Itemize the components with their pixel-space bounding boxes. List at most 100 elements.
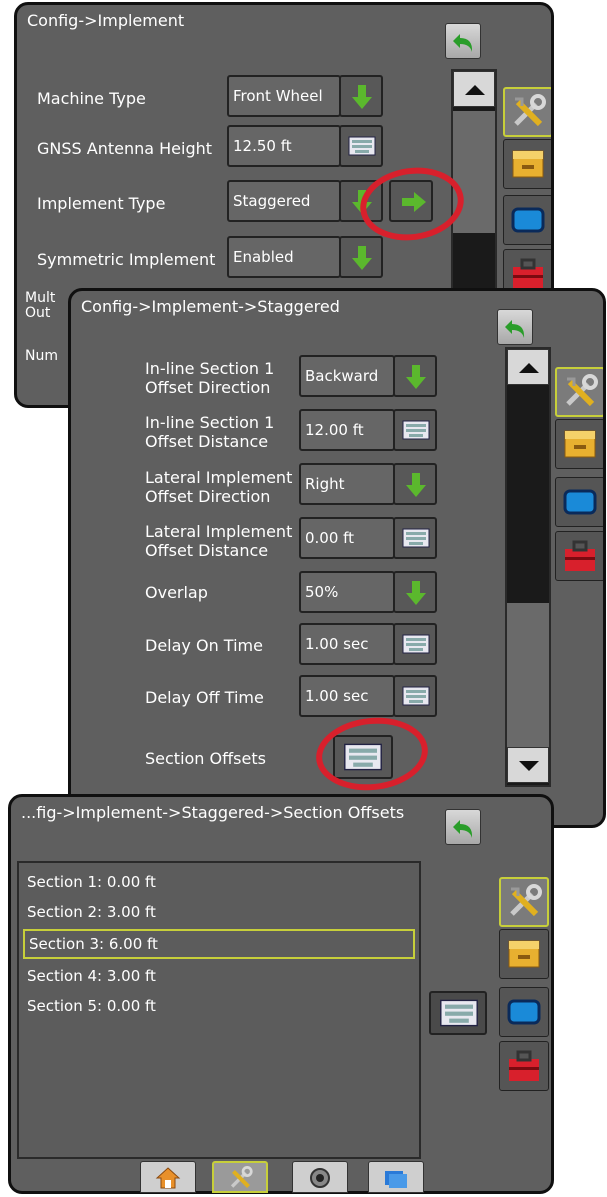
bottom-tab-folders[interactable]: [368, 1161, 424, 1193]
overlap-label: Overlap: [145, 583, 208, 602]
down-arrow-icon: [406, 581, 426, 605]
gnss-antenna-height-keyboard-button[interactable]: [339, 125, 383, 167]
down-arrow-icon: [406, 473, 426, 497]
overlap-dropdown-button[interactable]: [393, 571, 437, 613]
multi-output-label: Mult: [25, 290, 56, 306]
tools-icon: [514, 94, 546, 127]
scrollbar-thumb[interactable]: [507, 603, 549, 751]
lateral-offset-direction-value[interactable]: Right: [299, 463, 395, 505]
machine-type-value[interactable]: Front Wheel: [227, 75, 341, 117]
keyboard-icon: [402, 634, 430, 654]
page-title: Config->Implement->Staggered: [81, 297, 340, 316]
symmetric-implement-dropdown-button[interactable]: [339, 236, 383, 278]
side-tab-toolbox[interactable]: [555, 531, 603, 581]
overlap-value[interactable]: 50%: [299, 571, 395, 613]
keyboard-icon: [402, 420, 430, 440]
delay-on-time-label: Delay On Time: [145, 636, 263, 655]
tools-icon: [230, 1166, 253, 1188]
page-title: ...fig->Implement->Staggered->Section Of…: [21, 803, 405, 822]
inline-offset-direction-value[interactable]: Backward: [299, 355, 395, 397]
back-button[interactable]: [445, 809, 481, 845]
side-tab-screen[interactable]: [555, 477, 603, 527]
keyboard-icon: [440, 999, 478, 1027]
up-triangle-icon: [519, 363, 539, 373]
back-button[interactable]: [445, 23, 481, 59]
side-tab-console[interactable]: [503, 139, 551, 189]
side-tab-console[interactable]: [499, 929, 549, 979]
side-tab-screen[interactable]: [499, 987, 549, 1037]
scroll-up-button[interactable]: [453, 71, 495, 107]
bottom-tab-tools[interactable]: [212, 1161, 268, 1193]
implement-type-value[interactable]: Staggered: [227, 180, 341, 222]
folders-icon: [385, 1171, 407, 1188]
delay-off-time-value[interactable]: 1.00 sec: [299, 675, 395, 717]
lateral-offset-distance-label-line2: Offset Distance: [145, 541, 269, 560]
lateral-offset-direction-label: Lateral Implement: [145, 468, 293, 487]
toolbox-icon: [509, 1050, 539, 1081]
down-arrow-icon: [352, 85, 372, 109]
side-tab-tools[interactable]: [499, 877, 549, 927]
inline-offset-direction-dropdown-button[interactable]: [393, 355, 437, 397]
side-tab-screen[interactable]: [503, 195, 551, 245]
edit-keyboard-button[interactable]: [429, 991, 487, 1035]
down-triangle-icon: [519, 761, 539, 771]
machine-type-dropdown-button[interactable]: [339, 75, 383, 117]
lateral-offset-distance-keyboard-button[interactable]: [393, 517, 437, 559]
side-tab-console[interactable]: [555, 419, 603, 469]
screen-icon: [563, 489, 597, 515]
lateral-offset-direction-dropdown-button[interactable]: [393, 463, 437, 505]
back-button[interactable]: [497, 309, 533, 345]
gnss-antenna-height-value[interactable]: 12.50 ft: [227, 125, 341, 167]
list-item-selected[interactable]: Section 3: 6.00 ft: [23, 929, 415, 959]
gauge-icon: [310, 1168, 330, 1188]
bottom-tab-home[interactable]: [140, 1161, 196, 1193]
machine-type-label: Machine Type: [37, 89, 146, 108]
lateral-offset-distance-value[interactable]: 0.00 ft: [299, 517, 395, 559]
delay-on-time-value[interactable]: 1.00 sec: [299, 623, 395, 665]
number-label: Num: [25, 348, 58, 364]
console-icon: [564, 430, 596, 458]
lateral-offset-distance-label: Lateral Implement: [145, 522, 293, 541]
implement-type-label: Implement Type: [37, 194, 166, 213]
section-offsets-panel: ...fig->Implement->Staggered->Section Of…: [8, 794, 554, 1194]
gnss-antenna-height-label: GNSS Antenna Height: [37, 139, 213, 158]
page-title: Config->Implement: [27, 11, 185, 30]
scroll-up-button[interactable]: [507, 349, 549, 385]
keyboard-icon: [348, 136, 376, 156]
list-item[interactable]: Section 2: 3.00 ft: [23, 897, 417, 927]
home-icon: [155, 1167, 181, 1189]
inline-offset-distance-label: In-line Section 1: [145, 413, 275, 432]
symmetric-implement-label: Symmetric Implement: [37, 250, 216, 269]
back-arrow-icon: [505, 320, 525, 338]
lateral-offset-direction-label-line2: Offset Direction: [145, 487, 271, 506]
bottom-tab-gauge[interactable]: [292, 1161, 348, 1193]
inline-offset-direction-label: In-line Section 1: [145, 359, 275, 378]
delay-on-time-keyboard-button[interactable]: [393, 623, 437, 665]
screen-icon: [507, 999, 541, 1025]
list-item[interactable]: Section 5: 0.00 ft: [23, 991, 417, 1021]
side-tab-tools[interactable]: [503, 87, 551, 137]
delay-off-time-keyboard-button[interactable]: [393, 675, 437, 717]
console-icon: [508, 940, 540, 968]
keyboard-icon: [402, 528, 430, 548]
side-tab-tools[interactable]: [555, 367, 603, 417]
list-item[interactable]: Section 1: 0.00 ft: [23, 867, 417, 897]
tools-icon: [566, 374, 598, 407]
down-arrow-icon: [406, 365, 426, 389]
screen-icon: [511, 207, 545, 233]
inline-offset-direction-label-line2: Offset Direction: [145, 378, 271, 397]
back-arrow-icon: [453, 820, 473, 838]
tools-icon: [510, 884, 542, 917]
scroll-down-button[interactable]: [507, 747, 549, 783]
section-offsets-label: Section Offsets: [145, 749, 266, 768]
inline-offset-distance-label-line2: Offset Distance: [145, 432, 269, 451]
multi-output-label-line2: Out: [25, 305, 51, 321]
inline-offset-distance-keyboard-button[interactable]: [393, 409, 437, 451]
inline-offset-distance-value[interactable]: 12.00 ft: [299, 409, 395, 451]
side-tab-toolbox[interactable]: [499, 1041, 549, 1091]
toolbox-icon: [565, 540, 595, 571]
delay-off-time-label: Delay Off Time: [145, 688, 264, 707]
scrollbar-track[interactable]: [505, 347, 551, 787]
symmetric-implement-value[interactable]: Enabled: [227, 236, 341, 278]
list-item[interactable]: Section 4: 3.00 ft: [23, 961, 417, 991]
